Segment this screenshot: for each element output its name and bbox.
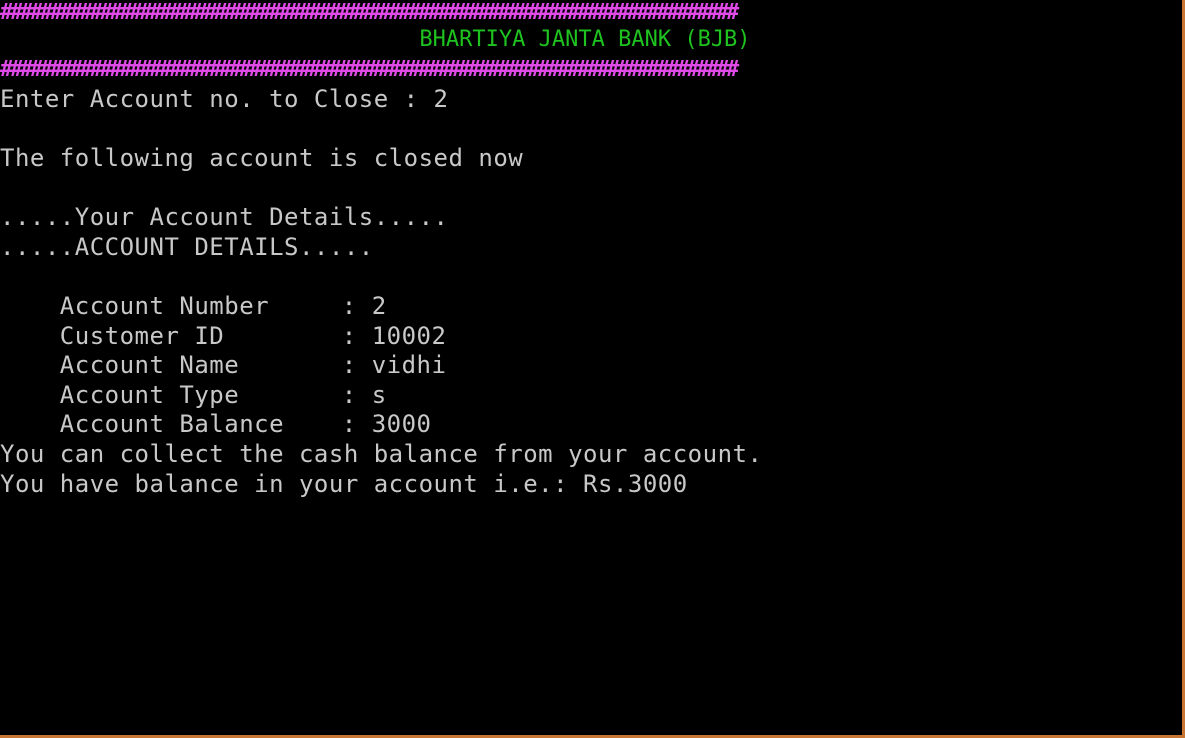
details-heading-account: .....ACCOUNT DETAILS..... [0,233,374,261]
console-window: ########################################… [0,0,1182,735]
details-heading-your: .....Your Account Details..... [0,203,449,231]
account-closed-message: The following account is closed now [0,144,524,172]
header-border-bottom: ########################################… [0,57,739,82]
bank-title: BHARTIYA JANTA BANK (BJB) [419,27,751,52]
detail-row-account-balance: Account Balance : 3000 [0,379,432,438]
detail-row-account-type: Account Type: s [0,350,387,409]
detail-row-account-name: Account Name: vidhi [0,320,446,379]
close-account-prompt: Enter Account no. to Close : 2 [0,85,449,113]
detail-label: Account Balance [59,410,285,438]
detail-row-customer-id: Customer ID: 10002 [0,291,446,350]
header-border-top: ########################################… [0,0,739,25]
collect-cash-message: You can collect the cash balance from yo… [0,440,763,468]
detail-row-account-number: Account Number: 2 [0,261,387,320]
detail-value: : 3000 [341,410,432,438]
balance-message: You have balance in your account i.e.: R… [0,470,688,498]
